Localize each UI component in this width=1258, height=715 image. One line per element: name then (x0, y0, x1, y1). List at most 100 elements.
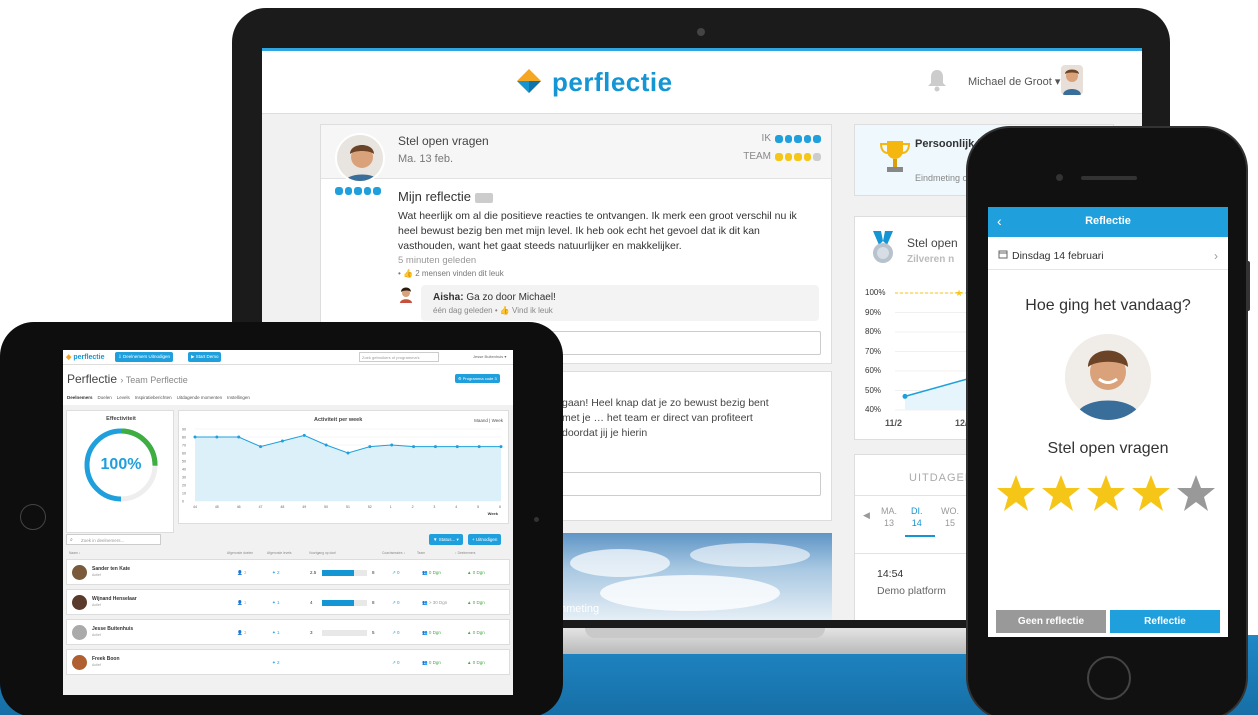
program-code-button[interactable]: ⚙ Programma code 3 (455, 374, 500, 383)
comment-author: Aisha: (433, 292, 464, 303)
member-name: Freek Boon (92, 656, 120, 662)
col-name[interactable]: Naam ↕ (69, 551, 80, 555)
col-progress: Voortgang op doel (309, 551, 336, 555)
reflection-date[interactable]: Dinsdag 14 februari (1012, 250, 1104, 262)
team-label: TEAM (743, 151, 771, 162)
tab-deelnemers[interactable]: Deelnemers (67, 395, 93, 400)
comment-meta[interactable]: één dag geleden • 👍 Vind ik leuk (433, 306, 553, 315)
logo[interactable]: perflectie (512, 65, 673, 99)
rating-stars[interactable] (996, 473, 1216, 513)
effectiveness-value: 100% (100, 456, 142, 473)
star-icon[interactable] (1176, 473, 1216, 513)
goal-name: Stel open vragen (1047, 440, 1169, 457)
promo-stage: perflectie Michael de Groot ▾ Stel open … (0, 0, 1258, 715)
start-demo-button[interactable]: ▶ Start Demo (188, 352, 222, 362)
coach-sessions: ↗ 0 (392, 630, 400, 635)
status-filter-button[interactable]: ▼ Status... ▾ (429, 534, 463, 545)
reflection-text: Wat heerlijk om al die positieve reactie… (398, 210, 797, 252)
user-menu[interactable]: Jesse Buitenhuis ▾ (473, 354, 506, 359)
invite-members-button[interactable]: ⇩ Deelnemers Uitnodigen (115, 352, 174, 362)
goals-count: 👤 1 (237, 600, 247, 605)
team-activity: 👥 0 Dgn (422, 630, 441, 635)
tab-inspiratie[interactable]: Inspiratieberichten (135, 395, 172, 400)
participant-activity: ▲ 0 Dgn (467, 600, 485, 605)
table-row[interactable]: Freek Boon Actief ✦ 2 ↗ 0 👥 0 Dgn ▲ 0 Dgn (66, 649, 510, 675)
progress-value: 2.5 (310, 570, 317, 575)
x-tick: 47 (259, 505, 263, 509)
y-tick: 10 (182, 492, 186, 496)
bell-icon[interactable] (926, 68, 948, 92)
reflection-button[interactable]: Reflectie (1110, 610, 1220, 633)
tab-levels[interactable]: Levels (117, 395, 130, 400)
data-point (324, 443, 328, 447)
data-point (259, 445, 263, 449)
tab-doelen[interactable]: Doelen (98, 395, 112, 400)
table-row[interactable]: Wijnand Henselaar Actief 👤 1 ✦ 1 4 8 ↗ 0 👥 > 30… (66, 589, 510, 615)
avatar (400, 287, 412, 303)
y-tick: 90 (182, 428, 186, 432)
tab-nav: Deelnemers Doelen Levels Inspiratieberic… (67, 395, 250, 400)
avatar (335, 133, 385, 183)
tablet-home-button[interactable] (20, 504, 46, 530)
table-row[interactable]: Sander ten Kate Actief 👤 3 ✦ 2 2.5 8 ↗ 0 👥 0 Dg… (66, 559, 510, 585)
progress-fill (322, 600, 354, 606)
calendar-icon (998, 250, 1008, 259)
participant-activity: ▲ 0 Dgn (467, 570, 485, 575)
col-coach[interactable]: Coachsessies ↕ (382, 551, 405, 555)
top-bar: perflectie Michael de Groot ▾ (262, 51, 1142, 114)
x-tick: 52 (368, 505, 372, 509)
member-status: Actief (92, 603, 101, 607)
member-status: Actief (92, 633, 101, 637)
post-time: 5 minuten geleden (398, 255, 477, 266)
col-goals: Afgeronde doelen (227, 551, 254, 555)
table-row[interactable]: Jesse Buitenhuis Actief 👤 3 ✦ 1 3 5 ↗ 0 👥 0 Dgn… (66, 619, 510, 645)
activity-card: Activiteit per week Maand | Week 90 80 70 6… (178, 410, 509, 524)
coach-sessions: ↗ 0 (392, 660, 400, 665)
data-point (499, 445, 503, 449)
prev-arrow-icon[interactable]: ◀ (863, 510, 870, 521)
col-participants[interactable]: ↕ Deelnemers (455, 551, 475, 555)
ik-level-bar (775, 135, 821, 143)
y-tick: 20 (182, 484, 186, 488)
day-tue[interactable]: DI. 14 (911, 505, 923, 529)
chevron-right-icon[interactable]: › (1214, 249, 1218, 263)
edit-icon[interactable] (474, 192, 493, 203)
avatar[interactable] (1061, 65, 1083, 95)
x-tick: 3 (433, 505, 435, 509)
x-tick: 48 (280, 505, 284, 509)
likes-count[interactable]: • 👍 2 mensen vinden dit leuk (398, 269, 504, 278)
target-star-icon: ★ (955, 288, 963, 298)
global-search-input[interactable]: Zoek gebruikers of programma's (359, 352, 439, 362)
activity-chart: 908070605040302010044 45 46 47 48 49 50 51 52 1 2 3… (182, 428, 503, 509)
user-menu[interactable]: Michael de Groot ▾ (968, 75, 1060, 88)
day-mon[interactable]: MA. 13 (881, 505, 897, 529)
avatar (1065, 334, 1151, 420)
y-tick: 70 (182, 444, 186, 448)
team-activity: 👥 0 Dgn (422, 570, 441, 575)
invite-button[interactable]: + Uitnodigen (468, 534, 502, 545)
star-icon[interactable] (1041, 473, 1081, 513)
photo-caption: nmeting (560, 603, 600, 615)
phone-screen: ‹ Reflectie Dinsdag 14 februari › Hoe gi… (988, 207, 1228, 637)
no-reflection-button[interactable]: Geen reflectie (996, 610, 1106, 633)
search-icon: ⌕ (70, 537, 73, 543)
progress-bar (322, 630, 367, 636)
day-wed[interactable]: WO. 15 (941, 505, 959, 529)
tab-instellingen[interactable]: Instellingen (227, 395, 250, 400)
levels-count: ✦ 1 (272, 630, 280, 635)
phone-side-button[interactable] (1246, 261, 1250, 311)
x-tick: 1 (390, 505, 392, 509)
member-search-input[interactable]: Zoek in deelnemers... (66, 534, 161, 545)
logo[interactable]: ◆ perflectie (66, 353, 104, 361)
y-tick: 80 (182, 436, 186, 440)
active-day-indicator (905, 535, 935, 537)
progress-bar (322, 600, 367, 606)
star-icon[interactable] (996, 473, 1036, 513)
progress-fill (322, 570, 354, 576)
phone-home-button[interactable] (1087, 656, 1131, 700)
star-icon[interactable] (1131, 473, 1171, 513)
tab-uitdagende[interactable]: Uitdagende momenten (177, 395, 223, 400)
star-icon[interactable] (1086, 473, 1126, 513)
breadcrumb: › Team Perflectie (120, 375, 188, 385)
team-level-bar (775, 153, 821, 161)
